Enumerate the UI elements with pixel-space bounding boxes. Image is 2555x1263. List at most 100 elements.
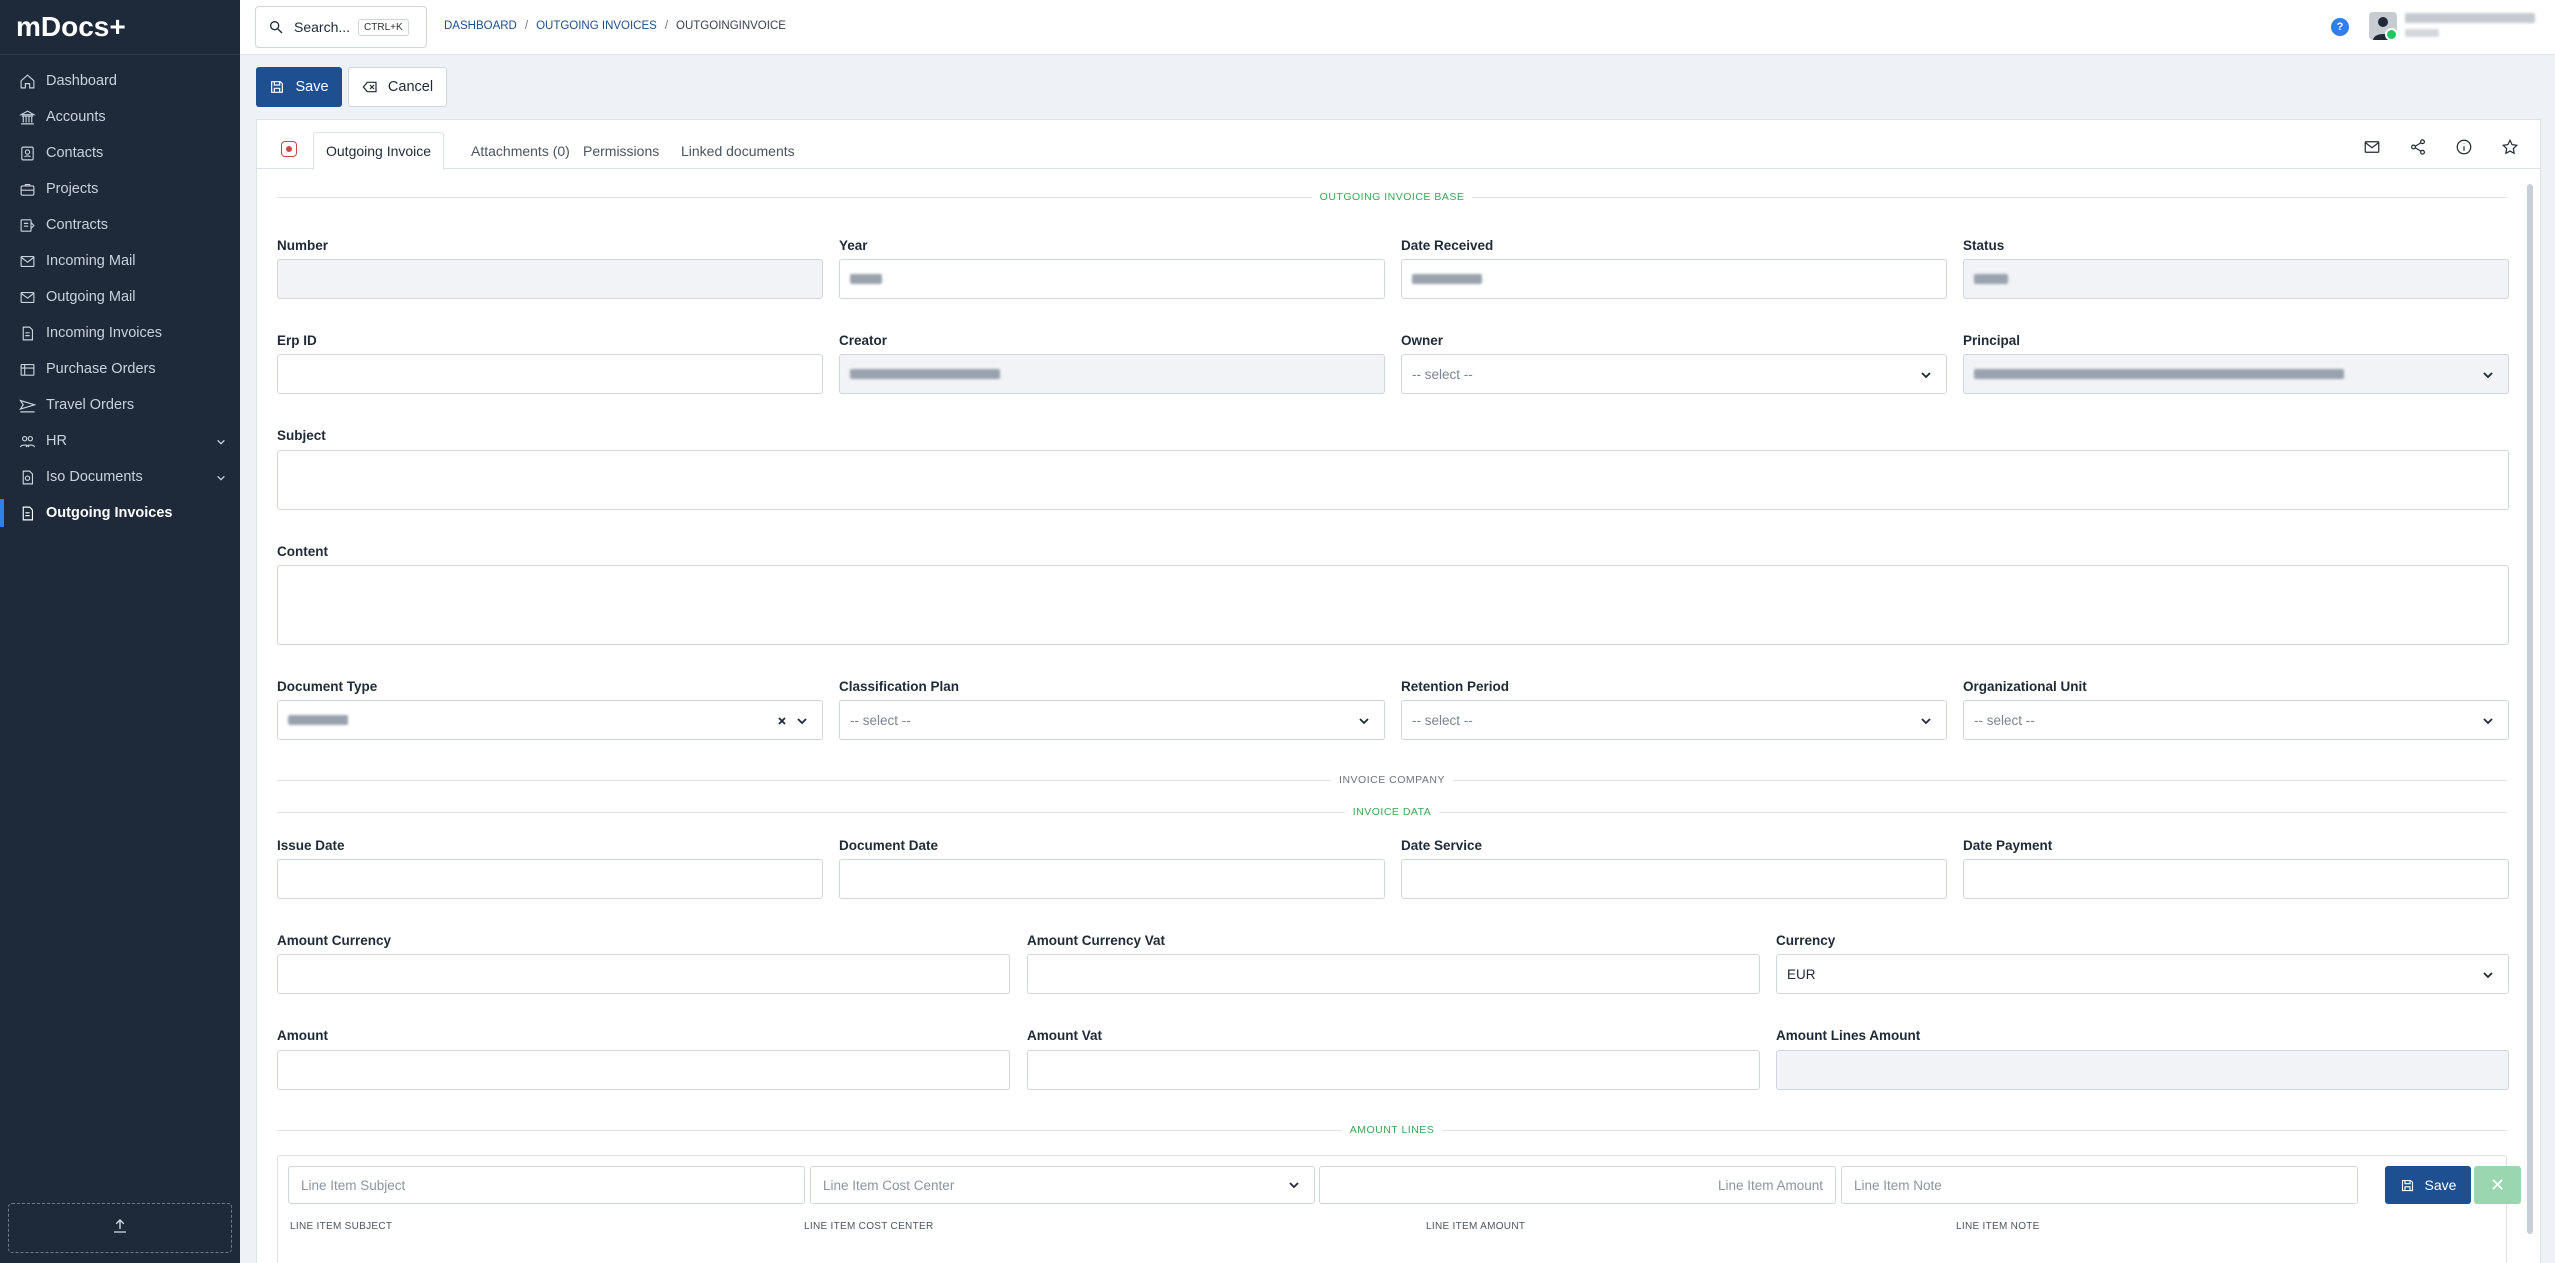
erp-id-label: Erp ID xyxy=(277,333,317,348)
sidebar-item-outgoing-invoices[interactable]: Outgoing Invoices xyxy=(0,495,240,531)
sidebar-item-dashboard[interactable]: Dashboard xyxy=(0,63,240,99)
sidebar-item-label: Incoming Mail xyxy=(46,253,136,269)
cancel-button[interactable]: Cancel xyxy=(348,67,447,107)
document-date-field[interactable] xyxy=(839,859,1385,899)
search-label: Search... xyxy=(294,19,351,35)
year-field[interactable] xyxy=(839,259,1385,299)
sidebar-item-contacts[interactable]: Contacts xyxy=(0,135,240,171)
close-record-icon[interactable] xyxy=(281,141,297,157)
amount-currency-vat-field[interactable] xyxy=(1027,954,1760,994)
organizational-unit-select[interactable]: -- select -- xyxy=(1963,700,2509,740)
issue-date-field[interactable] xyxy=(277,859,823,899)
tab-linked-documents[interactable]: Linked documents xyxy=(669,132,807,170)
line-item-amount-input[interactable]: Line Item Amount xyxy=(1319,1166,1836,1204)
app-logo[interactable]: mDocs+ xyxy=(0,0,240,55)
save-icon xyxy=(2401,1179,2413,1191)
date-service-field[interactable] xyxy=(1401,859,1947,899)
breadcrumb-outgoing-invoices[interactable]: OUTGOING INVOICES xyxy=(536,20,657,32)
iso-icon xyxy=(18,468,36,486)
date-received-label: Date Received xyxy=(1401,238,1494,253)
star-icon[interactable] xyxy=(2501,138,2521,158)
upload-icon xyxy=(111,1217,129,1240)
erp-id-field[interactable] xyxy=(277,354,823,394)
scrollbar[interactable] xyxy=(2525,176,2535,1256)
sidebar-item-label: Iso Documents xyxy=(46,469,143,485)
redacted-value xyxy=(850,369,1000,379)
backspace-icon xyxy=(362,81,377,93)
sidebar-item-travel-orders[interactable]: Travel Orders xyxy=(0,387,240,423)
line-item-note-input[interactable]: Line Item Note xyxy=(1841,1166,2358,1204)
amount-lines-amount-field[interactable] xyxy=(1776,1050,2509,1090)
user-name-redacted[interactable] xyxy=(2405,13,2535,23)
sidebar-item-incoming-mail[interactable]: Incoming Mail xyxy=(0,243,240,279)
search-icon xyxy=(270,20,283,34)
breadcrumb-separator: / xyxy=(664,20,669,32)
retention-period-select[interactable]: -- select -- xyxy=(1401,700,1947,740)
sidebar-item-projects[interactable]: Projects xyxy=(0,171,240,207)
chevron-down-icon[interactable] xyxy=(216,435,226,445)
scrollbar-thumb[interactable] xyxy=(2527,184,2533,1234)
tab-permissions[interactable]: Permissions xyxy=(571,132,671,170)
principal-label: Principal xyxy=(1963,333,2021,348)
save-button[interactable]: Save xyxy=(256,67,342,107)
upload-dropzone[interactable] xyxy=(8,1203,232,1253)
year-label: Year xyxy=(839,238,868,253)
tab-attachments[interactable]: Attachments (0) xyxy=(459,132,582,170)
amount-label: Amount xyxy=(277,1028,328,1043)
breadcrumb: DASHBOARD / OUTGOING INVOICES / OUTGOING… xyxy=(444,20,786,32)
document-type-label: Document Type xyxy=(277,679,378,694)
creator-field[interactable] xyxy=(839,354,1385,394)
amount-currency-field[interactable] xyxy=(277,954,1010,994)
section-invoice-company: INVOICE COMPANY xyxy=(277,773,2507,787)
owner-label: Owner xyxy=(1401,333,1444,348)
sidebar-item-purchase-orders[interactable]: Purchase Orders xyxy=(0,351,240,387)
sidebar-item-incoming-invoices[interactable]: Incoming Invoices xyxy=(0,315,240,351)
owner-select[interactable]: -- select -- xyxy=(1401,354,1947,394)
amount-vat-label: Amount Vat xyxy=(1027,1028,1103,1043)
sidebar-item-contracts[interactable]: Contracts xyxy=(0,207,240,243)
mail-out-icon xyxy=(18,288,36,306)
status-field[interactable] xyxy=(1963,259,2509,299)
share-icon[interactable] xyxy=(2409,138,2429,158)
chevron-down-icon xyxy=(1920,715,1932,727)
tab-outgoing-invoice[interactable]: Outgoing Invoice xyxy=(313,132,445,170)
line-cancel-button[interactable]: ✕ xyxy=(2474,1166,2521,1204)
sidebar-item-hr[interactable]: HR xyxy=(0,423,240,459)
sidebar-item-accounts[interactable]: Accounts xyxy=(0,99,240,135)
line-save-button[interactable]: Save xyxy=(2385,1166,2471,1204)
avatar[interactable] xyxy=(2369,12,2397,40)
sidebar-item-outgoing-mail[interactable]: Outgoing Mail xyxy=(0,279,240,315)
currency-select[interactable]: EUR xyxy=(1776,954,2509,994)
tab-bar: Outgoing Invoice Attachments (0) Permiss… xyxy=(257,120,2540,170)
search-input[interactable]: Search... CTRL+K xyxy=(255,6,427,48)
redacted-value xyxy=(850,274,882,284)
sidebar-item-label: Outgoing Mail xyxy=(46,289,136,305)
classification-plan-label: Classification Plan xyxy=(839,679,960,694)
email-icon[interactable] xyxy=(2363,138,2383,158)
line-item-subject-input[interactable]: Line Item Subject xyxy=(288,1166,805,1204)
content-textarea[interactable] xyxy=(277,565,2509,645)
issue-date-label: Issue Date xyxy=(277,838,345,853)
number-field[interactable] xyxy=(277,259,823,299)
amount-vat-field[interactable] xyxy=(1027,1050,1760,1090)
topbar: Search... CTRL+K DASHBOARD / OUTGOING IN… xyxy=(240,0,2555,55)
principal-select[interactable] xyxy=(1963,354,2509,394)
help-icon[interactable]: ? xyxy=(2331,18,2349,36)
clear-icon[interactable] xyxy=(776,715,788,727)
section-outgoing-invoice-base: OUTGOING INVOICE BASE xyxy=(277,190,2507,204)
line-item-cost-center-select[interactable]: Line Item Cost Center xyxy=(810,1166,1315,1204)
redacted-value xyxy=(288,715,348,725)
document-icon xyxy=(18,504,36,522)
sidebar-item-iso-documents[interactable]: Iso Documents xyxy=(0,459,240,495)
breadcrumb-dashboard[interactable]: DASHBOARD xyxy=(444,20,517,32)
amount-field[interactable] xyxy=(277,1050,1010,1090)
sidebar-item-label: Incoming Invoices xyxy=(46,325,163,341)
subject-textarea[interactable] xyxy=(277,450,2509,510)
date-payment-field[interactable] xyxy=(1963,859,2509,899)
document-type-select[interactable] xyxy=(277,700,823,740)
info-icon[interactable] xyxy=(2455,138,2475,158)
briefcase-icon xyxy=(18,180,36,198)
date-received-field[interactable] xyxy=(1401,259,1947,299)
chevron-down-icon[interactable] xyxy=(216,471,226,481)
classification-plan-select[interactable]: -- select -- xyxy=(839,700,1385,740)
